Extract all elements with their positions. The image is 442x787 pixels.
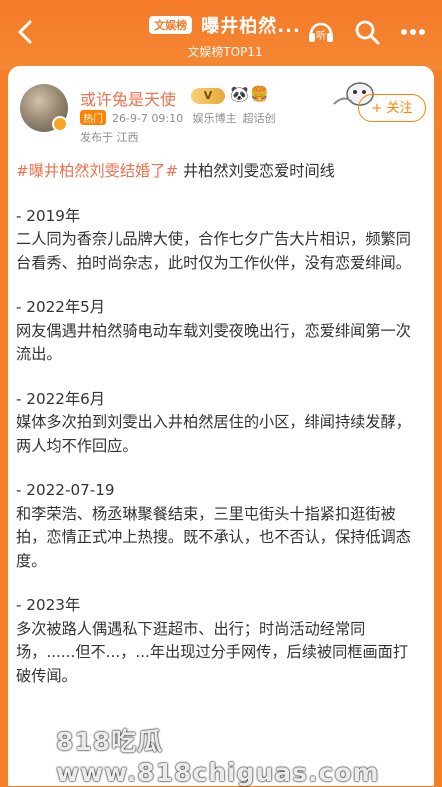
back-icon[interactable]	[12, 18, 40, 46]
page-title: 曝井柏然...	[201, 16, 301, 37]
watermark: 818吃瓜 www.818chiguas.com	[56, 727, 380, 787]
rank-tag: 文娱榜	[149, 16, 193, 34]
verified-badge-icon	[52, 116, 68, 132]
entry-heading: - 2022-07-19	[16, 481, 115, 499]
burger-icon: 🍔	[250, 85, 269, 103]
entry-heading: - 2019年	[16, 206, 81, 225]
username[interactable]: 或许兔是天使	[80, 86, 176, 110]
page-subtitle: 文娱榜TOP11	[187, 45, 263, 59]
entry-text: 多次被路人偶遇私下逛超市、出行；时尚活动经常同场，......但不...，...…	[16, 619, 409, 685]
entry-heading: - 2023年	[16, 596, 81, 614]
vip-badge-icon: V	[191, 88, 225, 104]
post-content: #曝井柏然刘雯结婚了# 井柏然刘雯恋爱时间线 - 2019年二人同为香奈儿品牌大…	[16, 160, 422, 709]
entry-heading: - 2022年5月	[16, 298, 105, 316]
listen-label: 听	[316, 30, 326, 42]
panda-icon: 🐼	[230, 85, 249, 103]
post-time: 26-9-7 09:10	[112, 112, 184, 125]
headline-text: 井柏然刘雯恋爱时间线	[178, 162, 335, 180]
top-bar: 文娱榜 曝井柏然... 文娱榜TOP11 听	[0, 0, 442, 70]
post-card: 或许兔是天使 V 🐼 🍔 热门 26-9-7 09:10 娱乐博主 超话创 发布于 …	[8, 66, 434, 786]
more-icon[interactable]	[398, 17, 428, 47]
title-area: 文娱榜 曝井柏然... 文娱榜TOP11	[140, 12, 310, 60]
hot-badge: 热门	[80, 110, 106, 125]
search-icon[interactable]	[352, 17, 382, 47]
post-location: 发布于 江西	[80, 131, 139, 144]
post-meta: 热门 26-9-7 09:10 娱乐博主 超话创	[80, 110, 282, 126]
listen-icon[interactable]: 听	[306, 17, 336, 47]
follow-button[interactable]: + 关注	[358, 94, 426, 122]
post-role: 娱乐博主	[192, 112, 237, 125]
timeline-entry: - 2019年二人同为香奈儿品牌大使，合作七夕广告大片相识，频繁同台看秀、拍时尚…	[16, 205, 422, 276]
entry-heading: - 2022年6月	[16, 389, 105, 408]
post-topic[interactable]: 超话创	[243, 112, 276, 125]
post-headline: #曝井柏然刘雯结婚了# 井柏然刘雯恋爱时间线	[16, 160, 422, 184]
hashtag-link[interactable]: #曝井柏然刘雯结婚了#	[16, 162, 178, 180]
entry-text: 二人同为香奈儿品牌大使，合作七夕广告大片相识，频繁同台看秀、拍时尚杂志，此时仅为…	[16, 230, 411, 272]
timeline-entry: - 2022年6月媒体多次拍到刘雯出入井柏然居住的小区，绯闻持续发酵，两人均不作…	[16, 388, 422, 459]
timeline-entry: - 2022-07-19 和李荣浩、杨丞琳聚餐结束，三里屯街头十指紧扣逛街被拍，恋…	[16, 479, 422, 573]
entry-text: 网友偶遇井柏然骑电动车载刘雯夜晚出行，恋爱绯闻第一次流出。	[16, 321, 411, 364]
entry-text: 和李荣浩、杨丞琳聚餐结束，三里屯街头十指紧扣逛街被拍，恋情正式冲上热搜。既不承认…	[16, 504, 411, 570]
timeline-entry: - 2023年多次被路人偶遇私下逛超市、出行；时尚活动经常同场，......但不…	[16, 594, 422, 688]
timeline-entry: - 2022年5月网友偶遇井柏然骑电动车载刘雯夜晚出行，恋爱绯闻第一次流出。	[16, 296, 422, 367]
entry-text: 媒体多次拍到刘雯出入井柏然居住的小区，绯闻持续发酵，两人均不作回应。	[16, 413, 411, 455]
